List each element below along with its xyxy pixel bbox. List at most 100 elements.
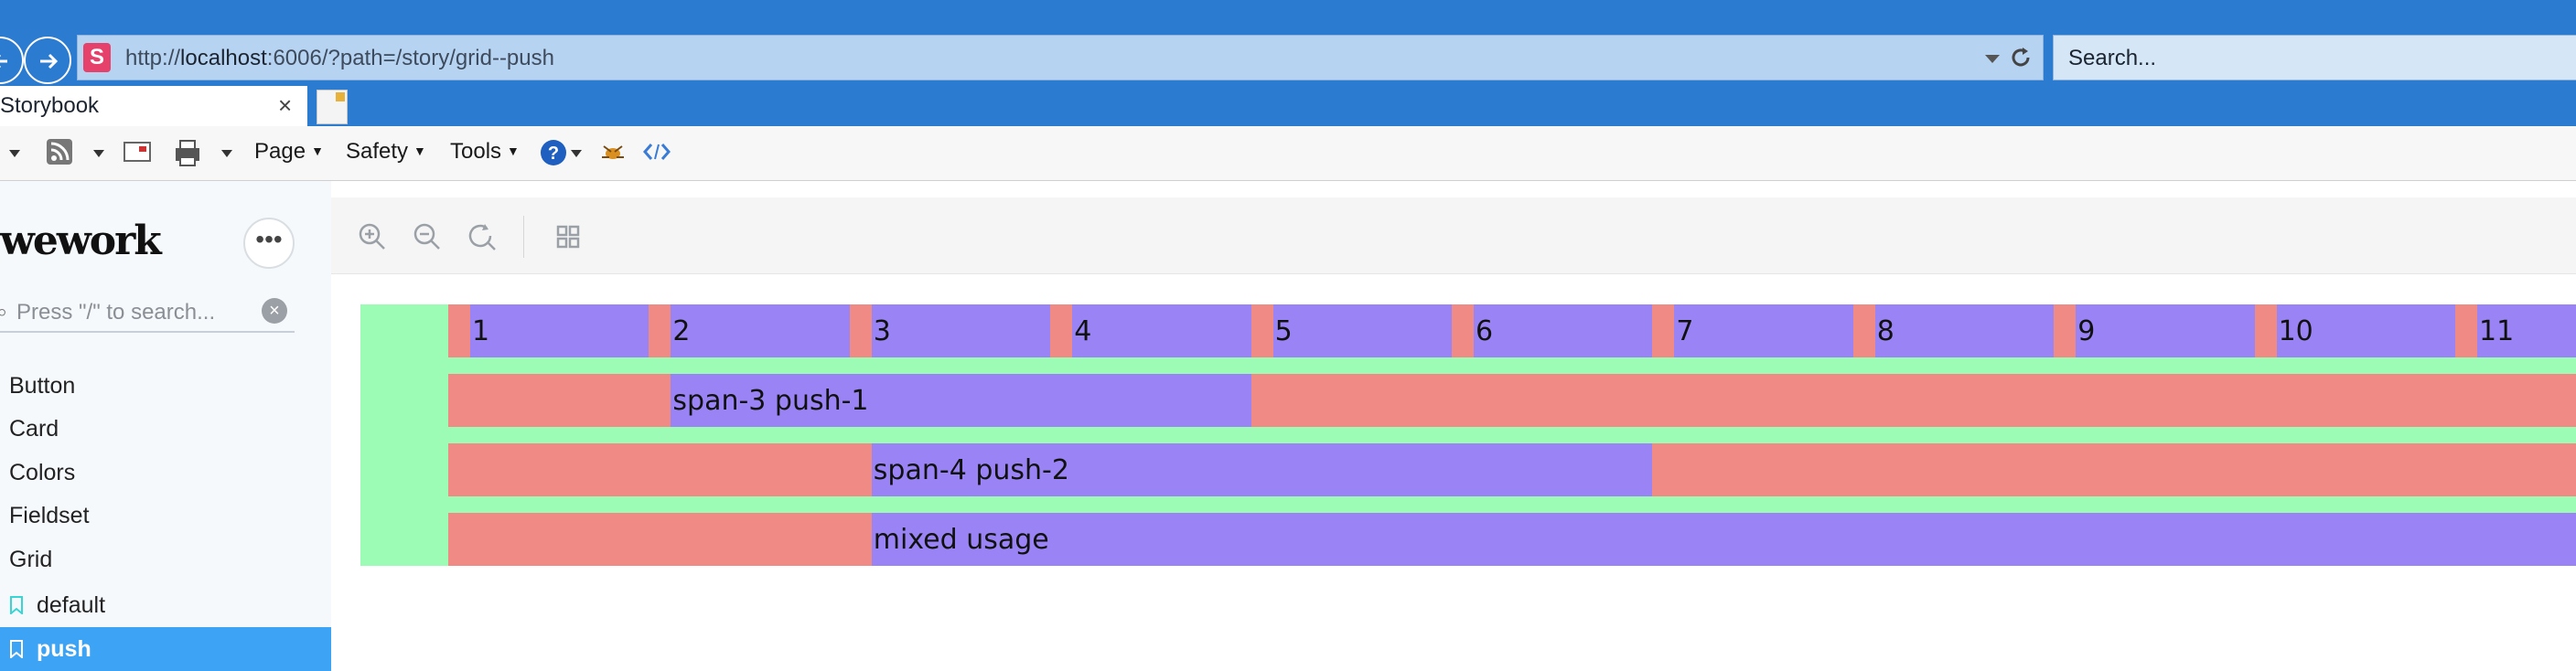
grid-row-span3-push1: span-3 push-1: [448, 374, 2576, 427]
grid-push-demo: 1 2 3 4 5 6 7 8 9 10 11 span-3 push-1 span-4 push-…: [360, 304, 2576, 566]
sidebar-search-input[interactable]: [16, 300, 254, 325]
storybook-favicon-icon: S: [83, 43, 111, 72]
sidebar-item-colors[interactable]: Colors: [9, 460, 75, 486]
chevron-down-icon: ▼: [413, 144, 426, 158]
print-dropdown-icon[interactable]: [220, 148, 234, 159]
grid-column-label: 10: [2278, 315, 2313, 347]
command-bar: Page ▼ Safety ▼ Tools ▼ ?: [0, 126, 2576, 181]
grid-gutter: [649, 304, 671, 357]
developer-bug-icon[interactable]: [598, 137, 628, 166]
svg-text:?: ?: [548, 144, 559, 164]
grid-column: [871, 304, 1051, 357]
tools-menu[interactable]: Tools ▼: [450, 139, 520, 165]
chevron-down-icon: ▼: [507, 144, 520, 158]
clear-search-icon[interactable]: ×: [262, 298, 287, 324]
story-label: default: [37, 592, 106, 618]
grid-push-offset: [448, 374, 671, 427]
sidebar-story-push[interactable]: push: [0, 627, 331, 671]
grid-gutter: [2455, 304, 2477, 357]
bookmark-icon: [10, 640, 23, 658]
help-dropdown-icon[interactable]: [569, 148, 584, 159]
grid-column-label: 1: [472, 315, 490, 347]
code-tag-icon[interactable]: [642, 137, 671, 166]
grid-push-offset: [448, 443, 872, 496]
grid-gutter: [1452, 304, 1474, 357]
grid-row-label: span-3 push-1: [672, 385, 869, 417]
preview-toolbar: [331, 197, 2576, 274]
grid-row-columns: 1 2 3 4 5 6 7 8 9 10 11: [448, 304, 2576, 357]
grid-column-label: 2: [672, 315, 691, 347]
grid-column: [470, 304, 649, 357]
refresh-icon[interactable]: [2008, 44, 2034, 71]
storybook-sidebar: wework ••• ⌕ × Button Card Colors Fields…: [0, 181, 331, 671]
grid-gutter: [448, 304, 470, 357]
grid-remaining: [1250, 374, 2576, 427]
reset-zoom-icon[interactable]: [467, 221, 498, 252]
grid-gutter: [849, 304, 872, 357]
safety-menu[interactable]: Safety ▼: [346, 139, 426, 165]
address-dropdown-icon[interactable]: [1982, 47, 2002, 69]
grid-row-mixed-usage: mixed usage: [448, 513, 2576, 566]
address-bar[interactable]: S http://localhost:6006/?path=/story/gri…: [77, 35, 2044, 80]
grid-column: [1674, 304, 1853, 357]
grid-column-label: 9: [2077, 315, 2096, 347]
grid-push-offset: [448, 513, 872, 566]
feed-dropdown-icon[interactable]: [91, 148, 106, 159]
back-arrow-icon: [0, 55, 7, 68]
search-icon: ⌕: [0, 300, 8, 323]
sidebar-menu-button[interactable]: •••: [243, 218, 295, 269]
grid-column-label: 7: [1676, 315, 1694, 347]
grid-row-label: span-4 push-2: [873, 454, 1069, 486]
sidebar-search: ⌕ ×: [0, 294, 295, 333]
story-label: push: [37, 636, 91, 662]
grid-column: [1272, 304, 1452, 357]
brand-logo[interactable]: wework: [0, 218, 162, 264]
tab-storybook[interactable]: Storybook ×: [0, 86, 307, 126]
grid-remaining: [1652, 443, 2576, 496]
url-text[interactable]: http://localhost:6006/?path=/story/grid-…: [125, 46, 554, 71]
grid-column: [1072, 304, 1251, 357]
grid-gutter: [1250, 304, 1273, 357]
help-icon[interactable]: ?: [538, 137, 569, 168]
grid-toggle-icon[interactable]: [553, 221, 584, 252]
sidebar-item-grid[interactable]: Grid: [9, 547, 52, 573]
grid-gutter: [1852, 304, 1875, 357]
grid-gutter: [2054, 304, 2077, 357]
bookmark-icon: [10, 596, 23, 614]
grid-gutter: [1050, 304, 1073, 357]
print-icon[interactable]: [172, 137, 203, 168]
grid-column: [1474, 304, 1653, 357]
grid-gutter: [1652, 304, 1675, 357]
new-tab-button[interactable]: [317, 90, 348, 124]
grid-column-label: 11: [2479, 315, 2515, 347]
toolbar-divider: [523, 216, 524, 258]
grid-column: [1874, 304, 2055, 357]
grid-column-label: 3: [873, 315, 891, 347]
grid-gutter: [2254, 304, 2277, 357]
grid-column-label: 4: [1074, 315, 1092, 347]
rss-feed-icon[interactable]: [46, 137, 73, 166]
sidebar-item-button[interactable]: Button: [9, 373, 75, 399]
page-menu[interactable]: Page ▼: [254, 139, 324, 165]
grid-column: [671, 304, 850, 357]
home-dropdown-icon[interactable]: [7, 148, 22, 159]
chevron-down-icon: ▼: [311, 144, 324, 158]
grid-column-label: 5: [1274, 315, 1293, 347]
grid-column-label: 8: [1876, 315, 1894, 347]
forward-arrow-icon: [40, 53, 59, 69]
grid-row-span4-push2: span-4 push-2: [448, 443, 2576, 496]
forward-button[interactable]: [24, 37, 71, 84]
sidebar-story-default[interactable]: default: [0, 583, 331, 627]
tab-close-icon[interactable]: ×: [278, 91, 292, 120]
zoom-in-icon[interactable]: [357, 221, 388, 252]
grid-span-block: [871, 513, 2576, 566]
sidebar-item-fieldset[interactable]: Fieldset: [9, 503, 90, 529]
zoom-out-icon[interactable]: [412, 221, 443, 252]
browser-search-box[interactable]: Search...: [2053, 35, 2576, 80]
search-placeholder: Search...: [2068, 46, 2157, 70]
grid-row-label: mixed usage: [873, 524, 1049, 556]
sidebar-item-card[interactable]: Card: [9, 416, 59, 442]
mail-icon[interactable]: [123, 137, 152, 166]
grid-column-label: 6: [1476, 315, 1494, 347]
tab-title: Storybook: [0, 93, 100, 118]
